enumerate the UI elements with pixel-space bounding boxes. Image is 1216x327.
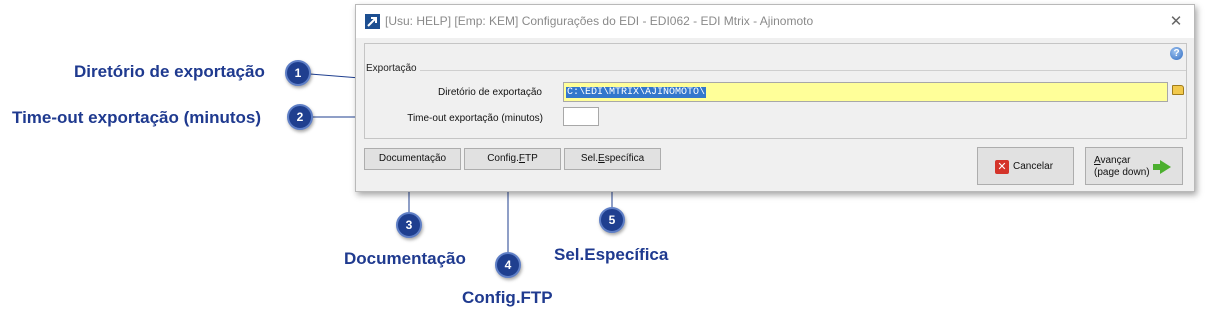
sel-especifica-label-mnemonic: E: [598, 153, 605, 164]
export-group-label: Exportação: [366, 63, 420, 74]
config-ftp-label-suffix: TP: [525, 153, 538, 164]
next-label-rest: vançar: [1100, 155, 1131, 166]
callout-badge-2: 2: [287, 104, 313, 130]
cancel-button[interactable]: ✕ Cancelar: [977, 147, 1074, 185]
config-ftp-button[interactable]: Config.FTP: [464, 148, 561, 170]
callout-label-5: Sel.Específica: [554, 245, 669, 264]
export-group: Exportação Diretório de exportação C:\ED…: [366, 63, 1186, 138]
green-arrow-icon: [1160, 160, 1171, 174]
sel-especifica-label-suffix: specífica: [604, 153, 645, 164]
directory-label: Diretório de exportação: [438, 87, 542, 98]
callout-label-3: Documentação: [344, 249, 466, 268]
cancel-label: Cancelar: [1013, 161, 1054, 172]
callout-label-1: Diretório de exportação: [74, 62, 265, 81]
sel-especifica-label-prefix: Sel.: [580, 153, 599, 164]
settings-panel: ? Exportação Diretório de exportação C:\…: [364, 43, 1187, 139]
help-icon[interactable]: ?: [1170, 47, 1183, 60]
config-ftp-label-prefix: Config.: [487, 153, 519, 164]
callout-badge-3: 3: [396, 212, 422, 238]
close-button[interactable]: ✕: [1166, 12, 1186, 32]
next-label-sub: (page down): [1094, 167, 1150, 178]
callout-badge-4: 4: [495, 252, 521, 278]
documentacao-button[interactable]: Documentação: [364, 148, 461, 170]
directory-field[interactable]: C:\EDI\MTRIX\AJINOMOTO\: [563, 82, 1168, 102]
callout-badge-5: 5: [599, 207, 625, 233]
callout-label-4: Config.FTP: [462, 288, 553, 307]
sel-especifica-button[interactable]: Sel.Específica: [564, 148, 661, 170]
callout-label-2: Time-out exportação (minutos): [12, 108, 262, 127]
folder-icon[interactable]: [1172, 85, 1184, 95]
app-arrow-icon: [365, 14, 380, 29]
red-x-icon: ✕: [995, 160, 1009, 174]
documentacao-label: Documentação: [378, 153, 447, 164]
window-title: [Usu: HELP] [Emp: KEM] Configurações do …: [385, 14, 814, 28]
callout-badge-1: 1: [285, 60, 311, 86]
timeout-label: Time-out exportação (minutos): [407, 113, 543, 124]
title-bar: [Usu: HELP] [Emp: KEM] Configurações do …: [356, 5, 1194, 38]
edi-config-window: [Usu: HELP] [Emp: KEM] Configurações do …: [355, 4, 1195, 192]
timeout-field[interactable]: [563, 107, 599, 126]
next-label: Avançar (page down): [1094, 155, 1150, 179]
directory-value: C:\EDI\MTRIX\AJINOMOTO\: [566, 87, 707, 98]
next-button[interactable]: Avançar (page down): [1085, 147, 1183, 185]
